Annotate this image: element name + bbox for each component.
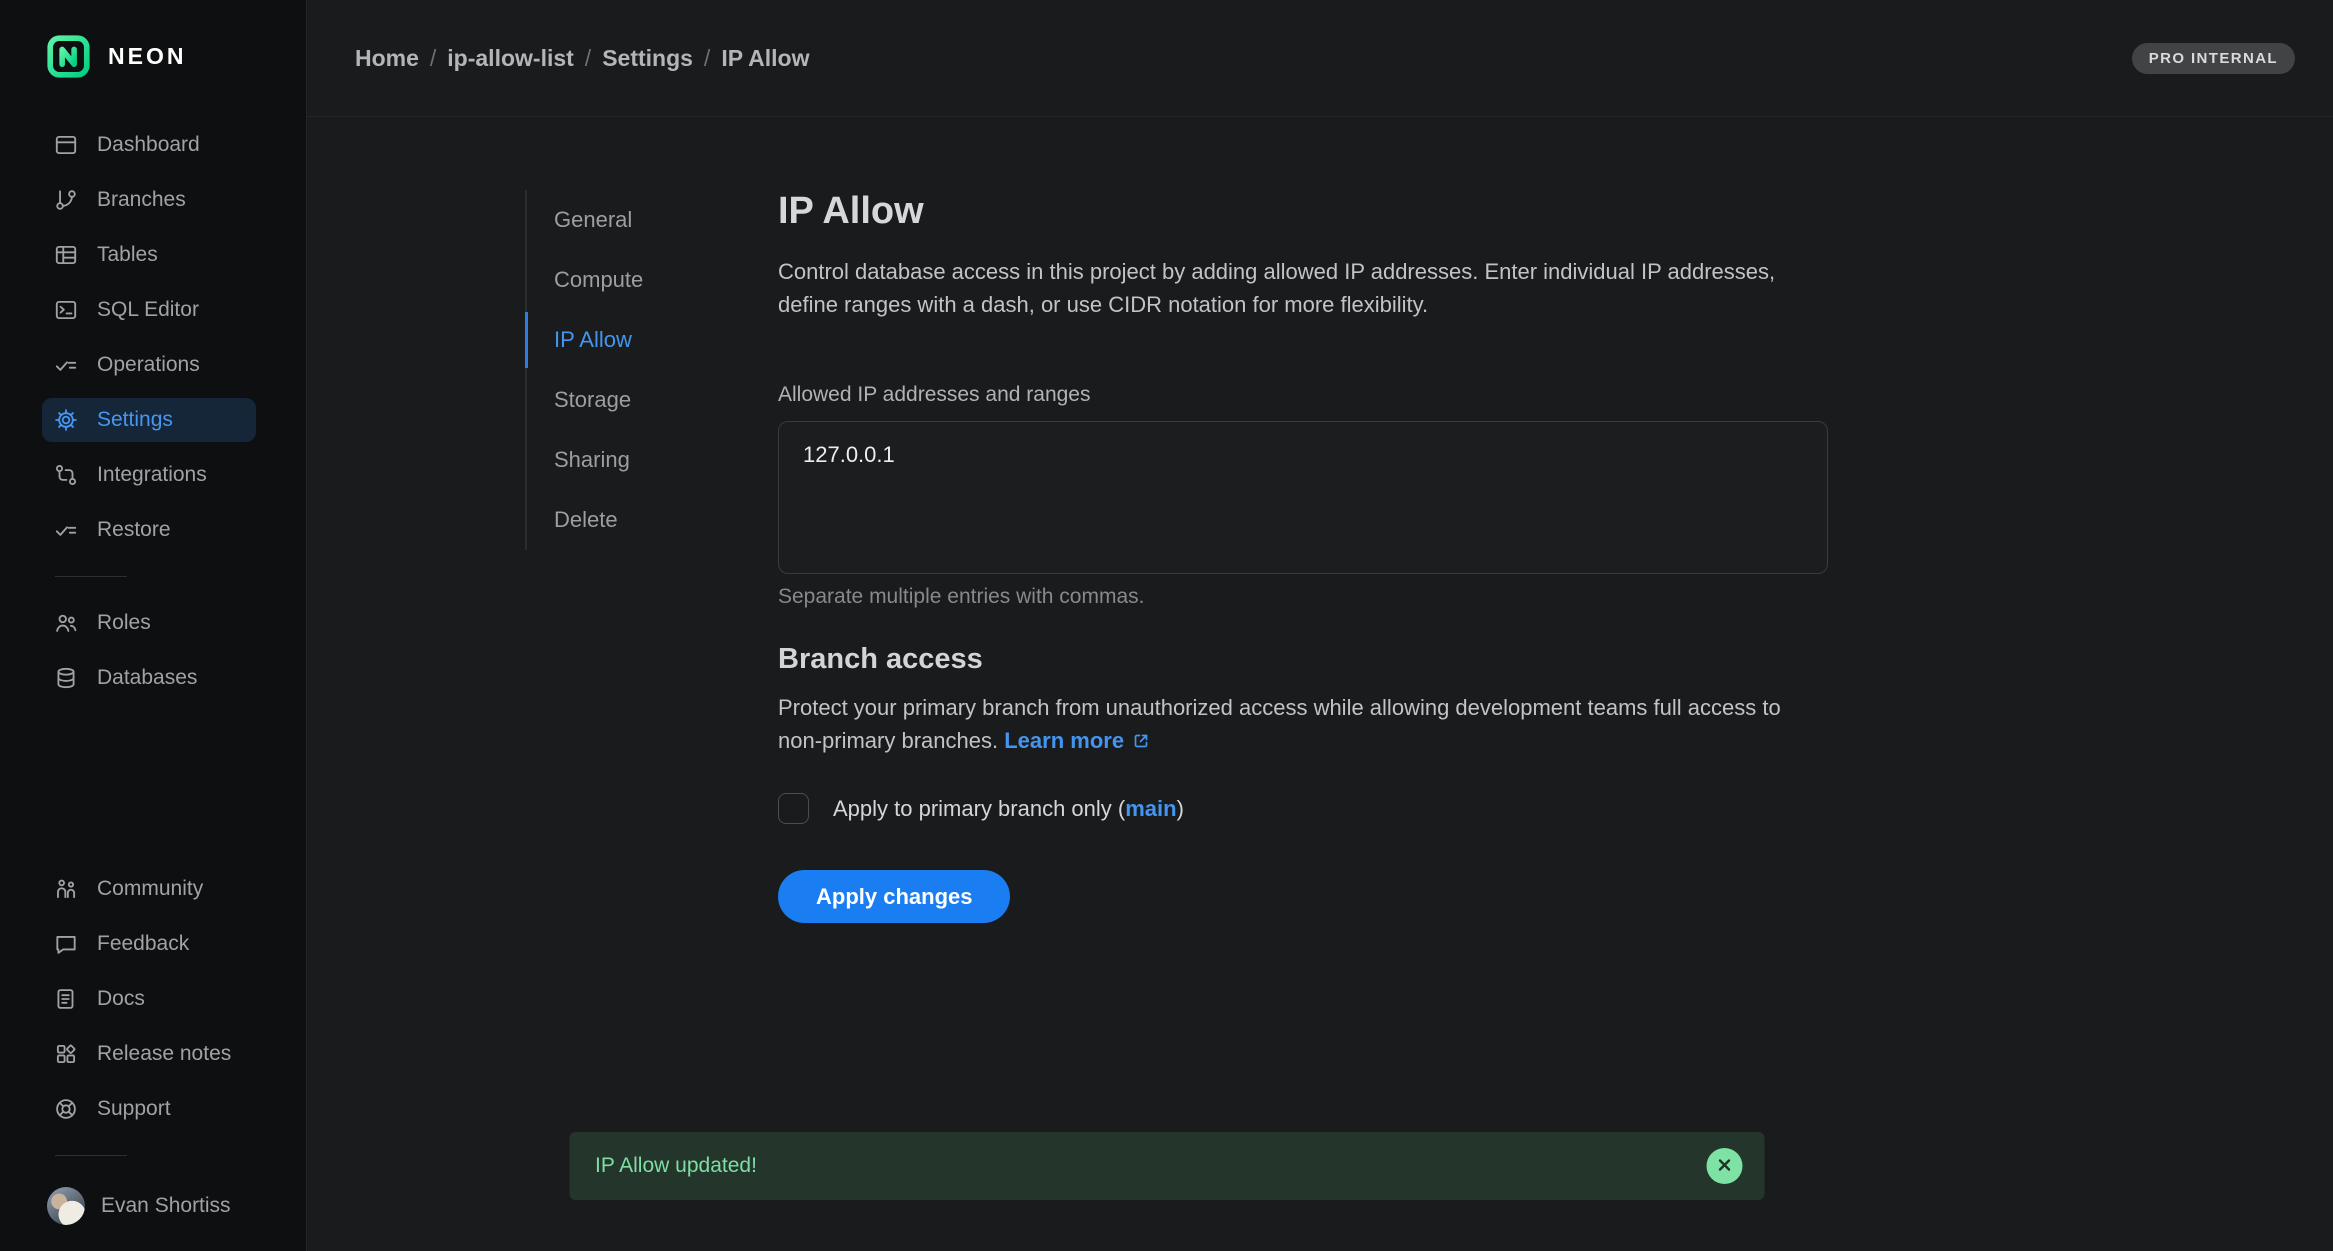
neon-logo-icon bbox=[46, 34, 91, 79]
sidebar-nav-bottom: Community Feedback Docs Release notes Suppor… bbox=[0, 867, 306, 1169]
docs-icon bbox=[53, 986, 79, 1012]
restore-icon bbox=[53, 517, 79, 543]
sidebar-item-label: Restore bbox=[97, 518, 171, 542]
primary-branch-only-label: Apply to primary branch only (main) bbox=[833, 796, 1184, 822]
sidebar-item-community[interactable]: Community bbox=[42, 867, 256, 911]
settings-tab-delete[interactable]: Delete bbox=[527, 490, 778, 550]
external-link-icon bbox=[1131, 727, 1151, 747]
settings-tab-ip-allow[interactable]: IP Allow bbox=[527, 310, 778, 370]
sidebar-divider bbox=[55, 1155, 127, 1156]
operations-icon bbox=[53, 352, 79, 378]
primary-branch-only-checkbox[interactable] bbox=[778, 793, 809, 824]
neon-console: { "brand": { "wordmark": "NEON" }, "colo… bbox=[0, 0, 2333, 1251]
top-bar: Home / ip-allow-list / Settings / IP Allow PRO… bbox=[307, 0, 2333, 117]
sidebar-item-label: Docs bbox=[97, 987, 145, 1011]
breadcrumb-ip-allow[interactable]: IP Allow bbox=[721, 45, 809, 72]
sidebar-item-tables[interactable]: Tables bbox=[42, 233, 256, 277]
sidebar-item-label: Branches bbox=[97, 188, 186, 212]
ip-field-helper: Separate multiple entries with commas. bbox=[778, 585, 1828, 609]
sidebar-item-label: Databases bbox=[97, 666, 197, 690]
sidebar-item-settings[interactable]: Settings bbox=[42, 398, 256, 442]
sidebar-item-label: Community bbox=[97, 877, 203, 901]
branches-icon bbox=[53, 187, 79, 213]
dashboard-icon bbox=[53, 132, 79, 158]
breadcrumb-separator: / bbox=[704, 45, 710, 72]
sql-editor-icon bbox=[53, 297, 79, 323]
support-icon bbox=[53, 1096, 79, 1122]
main-area: Home / ip-allow-list / Settings / IP Allow PRO… bbox=[307, 0, 2333, 1251]
ip-allow-description: Control database access in this project … bbox=[778, 255, 1794, 321]
sidebar-item-label: Feedback bbox=[97, 932, 189, 956]
integrations-icon bbox=[53, 462, 79, 488]
sidebar-item-label: Roles bbox=[97, 611, 151, 635]
sidebar-item-support[interactable]: Support bbox=[42, 1087, 256, 1131]
avatar bbox=[47, 1187, 85, 1225]
brand[interactable]: NEON bbox=[0, 0, 306, 79]
apply-changes-button[interactable]: Apply changes bbox=[778, 870, 1010, 923]
branch-access-text: Protect your primary branch from unautho… bbox=[778, 695, 1781, 753]
checkbox-label-suffix: ) bbox=[1177, 796, 1184, 821]
user-menu[interactable]: Evan Shortiss bbox=[0, 1169, 306, 1225]
sidebar-item-dashboard[interactable]: Dashboard bbox=[42, 123, 256, 167]
sidebar-item-label: Dashboard bbox=[97, 133, 200, 157]
sidebar-divider bbox=[55, 576, 127, 577]
sidebar-item-docs[interactable]: Docs bbox=[42, 977, 256, 1021]
sidebar-item-branches[interactable]: Branches bbox=[42, 178, 256, 222]
close-icon bbox=[1716, 1157, 1732, 1176]
breadcrumb-separator: / bbox=[430, 45, 436, 72]
sidebar-item-label: Operations bbox=[97, 353, 200, 377]
sidebar-item-label: Tables bbox=[97, 243, 158, 267]
settings-tab-compute[interactable]: Compute bbox=[527, 250, 778, 310]
learn-more-link[interactable]: Learn more bbox=[1004, 728, 1151, 753]
sidebar-item-feedback[interactable]: Feedback bbox=[42, 922, 256, 966]
learn-more-label: Learn more bbox=[1004, 728, 1124, 753]
primary-branch-only-row: Apply to primary branch only (main) bbox=[778, 793, 1828, 824]
branch-access-title: Branch access bbox=[778, 643, 1828, 676]
roles-icon bbox=[53, 610, 79, 636]
settings-page: GeneralComputeIP AllowStorageSharingDele… bbox=[307, 117, 2333, 1251]
sidebar-item-label: SQL Editor bbox=[97, 298, 199, 322]
sidebar-nav-main: Dashboard Branches Tables SQL Editor Operati… bbox=[0, 123, 306, 700]
sidebar: NEON Dashboard Branches Tables SQL Editor Op… bbox=[0, 0, 307, 1251]
sidebar-item-roles[interactable]: Roles bbox=[42, 601, 256, 645]
main-branch-link[interactable]: main bbox=[1125, 796, 1176, 821]
sidebar-item-label: Support bbox=[97, 1097, 171, 1121]
breadcrumb-ip-allow-list[interactable]: ip-allow-list bbox=[447, 45, 574, 72]
settings-subnav: GeneralComputeIP AllowStorageSharingDele… bbox=[525, 190, 778, 550]
sidebar-item-restore[interactable]: Restore bbox=[42, 508, 256, 552]
brand-wordmark: NEON bbox=[108, 43, 186, 70]
breadcrumb: Home / ip-allow-list / Settings / IP Allow bbox=[355, 45, 810, 72]
sidebar-item-integrations[interactable]: Integrations bbox=[42, 453, 256, 497]
settings-icon bbox=[53, 407, 79, 433]
community-icon bbox=[53, 876, 79, 902]
settings-tab-general[interactable]: General bbox=[527, 190, 778, 250]
plan-badge: PRO INTERNAL bbox=[2132, 43, 2295, 74]
breadcrumb-separator: / bbox=[585, 45, 591, 72]
success-toast: IP Allow updated! bbox=[569, 1132, 1764, 1200]
settings-tab-sharing[interactable]: Sharing bbox=[527, 430, 778, 490]
release-notes-icon bbox=[53, 1041, 79, 1067]
ip-addresses-input[interactable]: 127.0.0.1 bbox=[778, 421, 1828, 574]
branch-access-description: Protect your primary branch from unautho… bbox=[778, 691, 1794, 757]
toast-close-button[interactable] bbox=[1706, 1148, 1742, 1184]
settings-tab-storage[interactable]: Storage bbox=[527, 370, 778, 430]
sidebar-item-release-notes[interactable]: Release notes bbox=[42, 1032, 256, 1076]
page-title: IP Allow bbox=[778, 190, 1828, 233]
tables-icon bbox=[53, 242, 79, 268]
databases-icon bbox=[53, 665, 79, 691]
sidebar-item-sql-editor[interactable]: SQL Editor bbox=[42, 288, 256, 332]
checkbox-label-prefix: Apply to primary branch only ( bbox=[833, 796, 1125, 821]
sidebar-item-label: Integrations bbox=[97, 463, 207, 487]
toast-message: IP Allow updated! bbox=[595, 1154, 757, 1178]
ip-allow-panel: IP Allow Control database access in this… bbox=[778, 190, 1828, 923]
sidebar-item-label: Settings bbox=[97, 408, 173, 432]
feedback-icon bbox=[53, 931, 79, 957]
sidebar-item-databases[interactable]: Databases bbox=[42, 656, 256, 700]
sidebar-item-operations[interactable]: Operations bbox=[42, 343, 256, 387]
sidebar-item-label: Release notes bbox=[97, 1042, 231, 1066]
breadcrumb-home[interactable]: Home bbox=[355, 45, 419, 72]
user-name: Evan Shortiss bbox=[101, 1194, 231, 1218]
breadcrumb-settings[interactable]: Settings bbox=[602, 45, 693, 72]
ip-field-label: Allowed IP addresses and ranges bbox=[778, 383, 1828, 407]
